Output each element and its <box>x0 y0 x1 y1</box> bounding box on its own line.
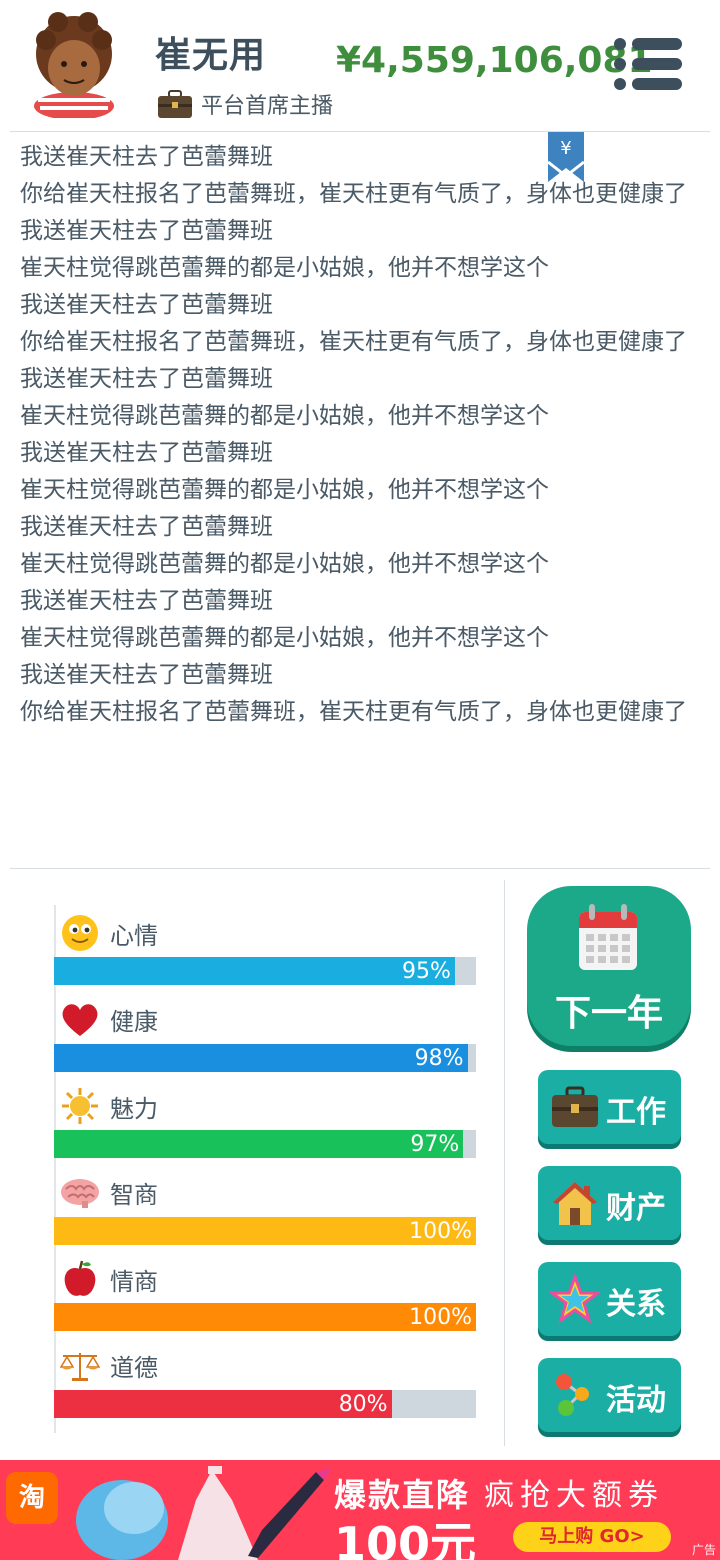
ad-price: 100元 <box>334 1517 477 1560</box>
activities-label: 活动 <box>606 1383 666 1418</box>
stat-head: 道德 <box>60 1346 158 1386</box>
stat-percent: 80% <box>338 1391 388 1417</box>
stat-head: 魅力 <box>60 1086 158 1126</box>
log-line: 你给崔天柱报名了芭蕾舞班，崔天柱更有气质了，身体也更健康了 <box>20 181 687 207</box>
header: 崔无用 平台首席主播 ¥4,559,106,081 <box>0 0 720 130</box>
stat-head: 情商 <box>60 1259 158 1299</box>
avatar[interactable] <box>26 10 122 118</box>
next-year-button[interactable]: 下一年 <box>527 886 691 1046</box>
log-line: 我送崔天柱去了芭蕾舞班 <box>20 588 273 614</box>
log-line: 我送崔天柱去了芭蕾舞班 <box>20 366 273 392</box>
stat-percent: 100% <box>409 1218 472 1244</box>
money-balance: ¥4,559,106,081 <box>336 40 653 81</box>
calendar-icon <box>579 904 637 970</box>
stat-head: 心情 <box>60 913 158 953</box>
stat-bar: 98% <box>54 1043 476 1072</box>
stat-bar: 80% <box>54 1389 476 1418</box>
briefcase-icon <box>158 90 192 118</box>
stat-row: 道德 80% <box>54 1338 478 1425</box>
taobao-logo: 淘 <box>6 1472 58 1524</box>
activities-icon <box>556 1374 589 1416</box>
log-line: 崔天柱觉得跳芭蕾舞的都是小姑娘，他并不想学这个 <box>20 403 549 429</box>
property-label: 财产 <box>606 1191 666 1226</box>
log-line: 你给崔天柱报名了芭蕾舞班，崔天柱更有气质了，身体也更健康了 <box>20 699 687 725</box>
log-line: 崔天柱觉得跳芭蕾舞的都是小姑娘，他并不想学这个 <box>20 255 549 281</box>
sun-icon <box>60 1086 100 1126</box>
header-divider <box>10 131 710 132</box>
stat-bar: 95% <box>54 957 476 985</box>
player-name: 崔无用 <box>155 35 267 76</box>
stat-bar: 100% <box>54 1216 476 1245</box>
stat-label: 心情 <box>110 921 158 950</box>
log-line: 崔天柱觉得跳芭蕾舞的都是小姑娘，他并不想学这个 <box>20 551 549 577</box>
ad-subline: 疯抢大额券 <box>484 1478 664 1513</box>
heart-icon <box>60 1000 100 1040</box>
stat-head: 智商 <box>60 1173 158 1213</box>
relations-button[interactable]: 关系 <box>538 1262 681 1336</box>
house-icon <box>553 1182 597 1225</box>
stat-row: 情商 100% <box>54 1251 478 1338</box>
briefcase-icon <box>552 1086 598 1127</box>
stat-percent: 100% <box>409 1305 472 1330</box>
bookmark-icon[interactable]: ¥ <box>547 132 585 184</box>
ad-cta-button[interactable]: 马上购 GO> <box>513 1522 671 1552</box>
ad-tag: 广告 <box>691 1543 716 1557</box>
menu-icon[interactable] <box>612 36 684 92</box>
relations-label: 关系 <box>606 1287 666 1322</box>
panel-divider <box>504 880 505 1446</box>
stat-bar: 100% <box>54 1303 476 1331</box>
apple-icon <box>60 1259 100 1299</box>
stat-row: 健康 98% <box>54 992 478 1079</box>
stat-percent: 98% <box>414 1045 464 1071</box>
stat-row: 魅力 97% <box>54 1078 478 1165</box>
log-line: 我送崔天柱去了芭蕾舞班 <box>20 292 273 318</box>
log-line: 崔天柱觉得跳芭蕾舞的都是小姑娘，他并不想学这个 <box>20 477 549 503</box>
stat-bar: 97% <box>54 1130 476 1158</box>
stat-label: 情商 <box>110 1267 158 1296</box>
stat-label: 道德 <box>110 1354 158 1382</box>
stat-label: 魅力 <box>110 1094 158 1123</box>
activities-button[interactable]: 活动 <box>538 1358 681 1432</box>
next-year-label: 下一年 <box>554 993 663 1034</box>
star-icon <box>550 1274 600 1324</box>
stat-row: 智商 100% <box>54 1165 478 1252</box>
work-button[interactable]: 工作 <box>538 1070 681 1144</box>
stat-row: 心情 95% <box>54 905 478 992</box>
log-line: 我送崔天柱去了芭蕾舞班 <box>20 218 273 244</box>
log-line: 我送崔天柱去了芭蕾舞班 <box>20 440 273 466</box>
stat-label: 健康 <box>110 1008 158 1036</box>
bookmark-symbol: ¥ <box>560 138 571 159</box>
log-divider <box>10 868 710 869</box>
log-line: 我送崔天柱去了芭蕾舞班 <box>20 144 273 170</box>
stat-label: 智商 <box>110 1181 158 1209</box>
property-button[interactable]: 财产 <box>538 1166 681 1240</box>
ad-banner[interactable]: 淘 爆款直降 疯抢大额券 100元 马上购 GO> 广告 <box>0 1460 720 1560</box>
log-line: 你给崔天柱报名了芭蕾舞班，崔天柱更有气质了，身体也更健康了 <box>20 329 687 355</box>
stat-percent: 97% <box>410 1132 460 1157</box>
log-line: 我送崔天柱去了芭蕾舞班 <box>20 514 273 540</box>
job-title: 平台首席主播 <box>201 94 334 119</box>
log-line: 崔天柱觉得跳芭蕾舞的都是小姑娘，他并不想学这个 <box>20 625 549 651</box>
stat-percent: 95% <box>401 959 451 984</box>
brain-icon <box>60 1173 100 1213</box>
log-line: 我送崔天柱去了芭蕾舞班 <box>20 662 273 688</box>
scales-icon <box>60 1346 100 1386</box>
stat-head: 健康 <box>60 1000 158 1040</box>
job-title-row: 平台首席主播 <box>157 86 333 122</box>
event-log: 我送崔天柱去了芭蕾舞班 你给崔天柱报名了芭蕾舞班，崔天柱更有气质了，身体也更健康了… <box>20 142 700 734</box>
stats-panel: 心情 95% 健康 98% 魅力 97% 智商 100% 情商 100% 道德 80% <box>54 905 478 1424</box>
smiley-icon <box>60 913 100 953</box>
ad-product-image <box>76 1466 332 1560</box>
work-label: 工作 <box>606 1095 666 1130</box>
